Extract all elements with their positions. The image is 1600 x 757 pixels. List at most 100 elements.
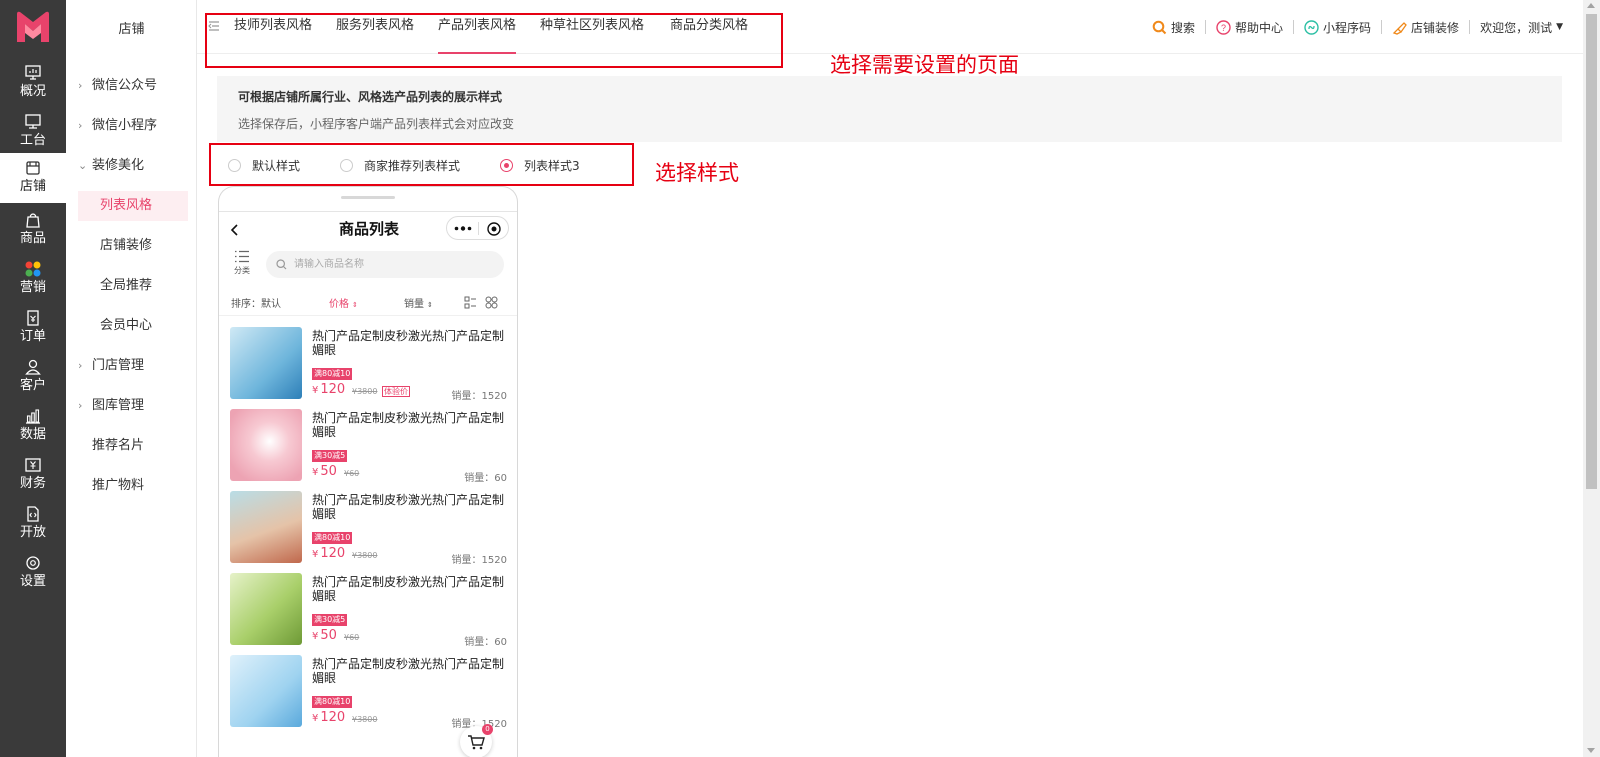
- radio-default-style[interactable]: 默认样式: [228, 156, 300, 174]
- annotation-select-page: 选择需要设置的页面: [830, 53, 1019, 77]
- currency: ¥: [312, 631, 319, 642]
- annotation-box-tabs: [205, 13, 783, 68]
- shop-decoration-label: 店铺装修: [1411, 20, 1460, 35]
- radio-label: 默认样式: [252, 158, 301, 173]
- yuan-icon: [25, 458, 41, 472]
- promo-tag: 满30减5: [312, 450, 348, 462]
- list-icon: [235, 250, 249, 263]
- scroll-down-arrow-icon[interactable]: [1587, 748, 1595, 753]
- category-button: 分类: [229, 250, 255, 276]
- radio-list-style-3[interactable]: 列表样式3: [500, 156, 580, 174]
- product-price: ¥50: [312, 628, 337, 643]
- info-title: 可根据店铺所属行业、风格选产品列表的展示样式: [238, 90, 503, 104]
- page-scrollbar[interactable]: [1583, 0, 1600, 757]
- rail-item-settings[interactable]: 设置: [0, 548, 66, 598]
- desktop-icon: [25, 114, 41, 129]
- sales-count: 销量：1520: [451, 391, 507, 402]
- rail-item-shop[interactable]: 店铺: [0, 153, 66, 203]
- original-price: ¥3800: [352, 551, 378, 560]
- price-value: 50: [320, 464, 337, 479]
- price-value: 120: [320, 382, 346, 397]
- rail-item-customers[interactable]: 客户: [0, 352, 66, 402]
- scroll-up-arrow-icon[interactable]: [1587, 3, 1595, 8]
- rail-item-orders[interactable]: 订单: [0, 303, 66, 353]
- miniprogram-code-link[interactable]: 小程序码: [1294, 19, 1381, 36]
- code-file-icon: [27, 506, 39, 522]
- miniprogram-icon: [1304, 19, 1319, 35]
- list-view-icon: [464, 296, 476, 309]
- sales-count: 销量：1520: [451, 555, 507, 566]
- price-badge: 体验价: [382, 386, 410, 397]
- sidebar-item-label: 店铺装修: [100, 238, 153, 253]
- shop-decoration-link[interactable]: 店铺装修: [1382, 19, 1469, 36]
- original-price: ¥60: [344, 633, 360, 642]
- rail-item-open[interactable]: 开放: [0, 499, 66, 549]
- sidebar-item-store-management[interactable]: › 门店管理: [78, 351, 188, 381]
- price-value: 120: [320, 546, 346, 561]
- sidebar-item-wechat-miniprogram[interactable]: › 微信小程序: [78, 111, 188, 141]
- sidebar-item-list-style[interactable]: 列表风格: [78, 191, 188, 221]
- top-right-links: 搜索 ? 帮助中心 小程序码 店铺装修 欢迎您，测试 ▼: [1142, 16, 1573, 38]
- sidebar-item-promo-materials[interactable]: 推广物料: [78, 471, 188, 501]
- rail-label: 商品: [19, 231, 46, 246]
- sidebar-item-business-card[interactable]: 推荐名片: [78, 431, 188, 461]
- chevron-down-icon: ⌄: [78, 159, 88, 172]
- welcome-text: 欢迎您，测试: [1480, 20, 1553, 35]
- search-link[interactable]: 搜索: [1142, 19, 1205, 36]
- rail-label: 客户: [19, 378, 46, 393]
- info-panel: 可根据店铺所属行业、风格选产品列表的展示样式 选择保存后，小程序客户端产品列表样…: [217, 76, 1562, 142]
- shop-icon: [26, 161, 40, 175]
- radio-label: 列表样式3: [524, 158, 580, 173]
- currency: ¥: [312, 713, 319, 724]
- rail-item-products[interactable]: 商品: [0, 205, 66, 255]
- bar-chart-icon: [26, 409, 40, 424]
- sidebar-item-shop-decoration[interactable]: 店铺装修: [78, 231, 188, 261]
- product-item: 热门产品定制皮秒激光热门产品定制媚眼 满30减5 ¥50 ¥60 销量：60: [219, 573, 517, 655]
- sidebar-item-member-center[interactable]: 会员中心: [78, 311, 188, 341]
- rail-label: 概况: [19, 84, 46, 99]
- sidebar-item-global-recommend[interactable]: 全局推荐: [78, 271, 188, 301]
- sidebar-item-wechat-official[interactable]: › 微信公众号: [78, 71, 188, 101]
- rail-item-marketing[interactable]: 营销: [0, 254, 66, 304]
- miniprogram-code-label: 小程序码: [1323, 20, 1372, 35]
- annotation-select-style: 选择样式: [655, 161, 739, 185]
- info-description: 选择保存后，小程序客户端产品列表样式会对应改变: [238, 117, 515, 131]
- rail-item-finance[interactable]: 财务: [0, 450, 66, 500]
- original-price: ¥60: [344, 469, 360, 478]
- rail-item-data[interactable]: 数据: [0, 401, 66, 451]
- promo-tag: 满30减5: [312, 614, 348, 626]
- sidebar-item-label: 图库管理: [92, 398, 145, 413]
- phone-preview: 商品列表 分类 请输入商品名称 排序：默认 价格 ⇕ 销量 ⇕ 热门产品定制皮秒…: [218, 186, 518, 757]
- user-menu[interactable]: 欢迎您，测试 ▼: [1470, 19, 1573, 36]
- product-item: 热门产品定制皮秒激光热门产品定制媚眼 满80减10 ¥120 ¥3800 体验价…: [219, 327, 517, 409]
- scrollbar-thumb[interactable]: [1586, 14, 1597, 489]
- radio-merchant-recommend-style[interactable]: 商家推荐列表样式: [340, 156, 460, 174]
- rail-label: 订单: [19, 329, 46, 344]
- help-center-label: 帮助中心: [1235, 20, 1284, 35]
- cart-icon: [468, 735, 485, 750]
- capsule-divider: [478, 222, 479, 235]
- app-root: 概况 工台 店铺 商品 营销 订单 客户 数据 财务 开放 设置 店铺 › 微信…: [0, 0, 1600, 757]
- product-price: ¥120: [312, 546, 345, 561]
- product-price: ¥120: [312, 382, 345, 397]
- help-center-link[interactable]: ? 帮助中心: [1206, 19, 1293, 36]
- search-icon: [1152, 20, 1167, 34]
- sidebar-item-decoration[interactable]: ⌄ 装修美化: [78, 151, 188, 181]
- close-target-icon: [487, 222, 501, 236]
- rail-item-workbench[interactable]: 工台: [0, 107, 66, 157]
- caret-down-icon: ▼: [1556, 22, 1563, 32]
- sort-sales-label: 销量: [404, 299, 424, 310]
- sidebar-item-label: 微信公众号: [92, 78, 158, 93]
- rail-item-overview[interactable]: 概况: [0, 58, 66, 108]
- radio-circle: [340, 158, 353, 172]
- floating-cart-button: 0: [460, 724, 493, 757]
- monitor-chart-icon: [25, 65, 41, 80]
- svg-text:?: ?: [1221, 23, 1226, 33]
- rail-label: 开放: [19, 525, 46, 540]
- sort-default: 排序：默认: [231, 299, 281, 310]
- order-icon: [27, 310, 39, 326]
- more-dots-icon: [454, 226, 472, 231]
- sidebar-item-label: 会员中心: [100, 318, 153, 333]
- sidebar-title: 店铺: [118, 22, 145, 37]
- sidebar-item-gallery-management[interactable]: › 图库管理: [78, 391, 188, 421]
